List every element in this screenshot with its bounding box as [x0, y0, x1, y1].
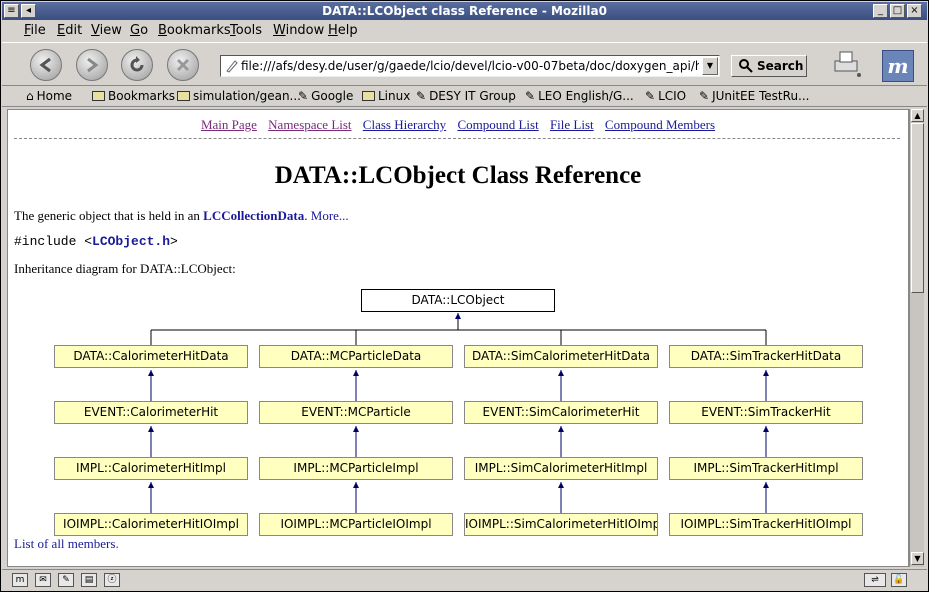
- bookmark-lcio[interactable]: ✎ LCIO: [645, 89, 686, 103]
- scroll-thumb[interactable]: [911, 123, 924, 293]
- search-button[interactable]: Search: [731, 55, 807, 77]
- reload-icon: [130, 56, 144, 72]
- reload-button[interactable]: [121, 49, 153, 81]
- scroll-down-button[interactable]: ▼: [911, 552, 924, 565]
- link-icon: ✎: [416, 89, 427, 103]
- close-button[interactable]: ×: [907, 4, 922, 18]
- bookmark-desy-it[interactable]: ✎ DESY IT Group: [416, 89, 516, 103]
- folder-icon: [177, 91, 190, 101]
- class-node[interactable]: EVENT::MCParticle: [259, 401, 453, 424]
- bookmark-bookmarks[interactable]: Bookmarks: [92, 89, 175, 103]
- class-node-root[interactable]: DATA::LCObject: [361, 289, 555, 312]
- class-node[interactable]: IMPL::SimTrackerHitImpl: [669, 457, 863, 480]
- class-node[interactable]: IOIMPL::CalorimeterHitIOImpl: [54, 513, 248, 536]
- minimize-button[interactable]: _: [873, 4, 888, 18]
- menu-bookmarks[interactable]: Bookmarks: [158, 23, 231, 38]
- forward-button[interactable]: [76, 49, 108, 81]
- back-arrow-icon: [39, 57, 51, 73]
- folder-icon: [92, 91, 105, 101]
- vertical-scrollbar[interactable]: ▲ ▼: [909, 109, 924, 567]
- link-icon: ✎: [298, 89, 309, 103]
- url-input[interactable]: [241, 58, 699, 74]
- online-status-icon[interactable]: ⇌: [864, 573, 886, 587]
- security-lock-icon: 🔓: [891, 573, 907, 587]
- status-bar: m ✉ ✎ ▤ ⓩ ⇌ 🔓: [2, 569, 927, 591]
- class-node[interactable]: DATA::CalorimeterHitData: [54, 345, 248, 368]
- navigation-toolbar: ▼ Search m: [2, 42, 927, 86]
- maximize-button[interactable]: □: [890, 4, 905, 18]
- folder-icon: [362, 91, 375, 101]
- bookmark-google[interactable]: ✎ Google: [298, 89, 353, 103]
- bookmark-leo[interactable]: ✎ LEO English/G...: [525, 89, 634, 103]
- class-node[interactable]: EVENT::SimCalorimeterHit: [464, 401, 658, 424]
- link-icon: ✎: [525, 89, 536, 103]
- menu-help[interactable]: Help: [328, 23, 358, 38]
- forward-arrow-icon: [87, 57, 99, 73]
- menu-go[interactable]: Go: [130, 23, 148, 38]
- class-node[interactable]: IOIMPL::MCParticleIOImpl: [259, 513, 453, 536]
- home-icon: ⌂: [26, 89, 34, 103]
- print-button[interactable]: [832, 49, 862, 79]
- mozilla-throbber-icon[interactable]: m: [882, 50, 914, 82]
- bookmarks-toolbar: ⌂ Home Bookmarks simulation/gean... ✎ Goog…: [2, 87, 927, 107]
- bookmark-simulation[interactable]: simulation/gean...: [177, 89, 301, 103]
- class-node[interactable]: DATA::MCParticleData: [259, 345, 453, 368]
- class-node[interactable]: DATA::SimTrackerHitData: [669, 345, 863, 368]
- all-members-link[interactable]: List of all members.: [14, 536, 119, 551]
- url-bar[interactable]: ▼: [220, 55, 720, 77]
- link-icon: ✎: [699, 89, 710, 103]
- class-node[interactable]: IMPL::SimCalorimeterHitImpl: [464, 457, 658, 480]
- url-history-dropdown[interactable]: ▼: [702, 57, 718, 75]
- bookmark-home[interactable]: ⌂ Home: [26, 89, 72, 103]
- class-node[interactable]: EVENT::CalorimeterHit: [54, 401, 248, 424]
- bookmark-linux[interactable]: Linux: [362, 89, 410, 103]
- page-icon: [226, 60, 238, 73]
- menu-tools[interactable]: Tools: [230, 23, 262, 38]
- bookmark-junitee[interactable]: ✎ JUnitEE TestRu...: [699, 89, 810, 103]
- menu-view[interactable]: View: [91, 23, 122, 38]
- scroll-up-button[interactable]: ▲: [911, 109, 924, 122]
- class-node[interactable]: IMPL::MCParticleImpl: [259, 457, 453, 480]
- class-node[interactable]: IMPL::CalorimeterHitImpl: [54, 457, 248, 480]
- title-bar[interactable]: ≡ ◂ DATA::LCObject class Reference - Moz…: [2, 2, 927, 20]
- menu-file[interactable]: File: [24, 23, 46, 38]
- class-node[interactable]: IOIMPL::SimCalorimeterHitIOImpl: [464, 513, 658, 536]
- mail-icon[interactable]: ✉: [35, 573, 51, 587]
- search-icon: [739, 59, 753, 73]
- page-content: Main Page Namespace List Class Hierarchy…: [7, 109, 909, 567]
- navigator-icon[interactable]: m: [12, 573, 28, 587]
- menu-bar: File Edit View Go Bookmarks Tools Window…: [2, 21, 927, 41]
- menu-window[interactable]: Window: [273, 23, 324, 38]
- window-title: DATA::LCObject class Reference - Mozilla…: [322, 4, 607, 18]
- class-node[interactable]: DATA::SimCalorimeterHitData: [464, 345, 658, 368]
- stop-icon: [176, 58, 190, 72]
- stop-button[interactable]: [167, 49, 199, 81]
- menu-edit[interactable]: Edit: [57, 23, 82, 38]
- address-book-icon[interactable]: ▤: [81, 573, 97, 587]
- browser-window: ≡ ◂ DATA::LCObject class Reference - Moz…: [0, 0, 929, 592]
- all-members-paragraph: List of all members.: [14, 536, 119, 552]
- printer-icon: [834, 51, 861, 77]
- back-button[interactable]: [30, 49, 62, 81]
- class-node[interactable]: EVENT::SimTrackerHit: [669, 401, 863, 424]
- composer-icon[interactable]: ✎: [58, 573, 74, 587]
- chat-icon[interactable]: ⓩ: [104, 573, 120, 587]
- link-icon: ✎: [645, 89, 656, 103]
- class-node[interactable]: IOIMPL::SimTrackerHitIOImpl: [669, 513, 863, 536]
